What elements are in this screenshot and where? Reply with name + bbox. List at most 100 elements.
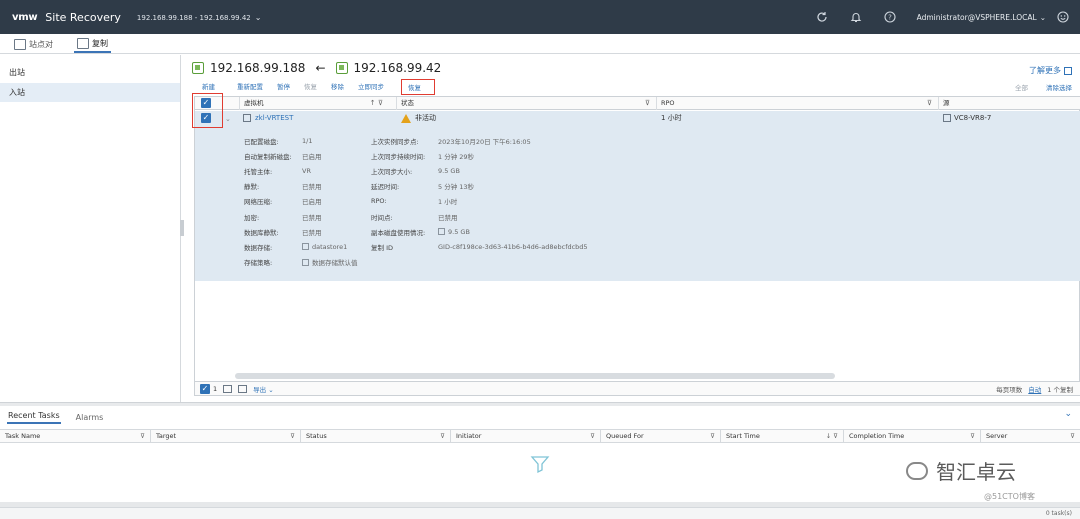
- tab-label: 复制: [92, 38, 108, 48]
- sync-now-button[interactable]: 立即同步: [358, 81, 384, 91]
- page-size-label: 每页项数: [996, 385, 1023, 394]
- datastore-value: datastore1: [302, 243, 347, 251]
- detail-value: 5 分钟 13秒: [438, 183, 475, 192]
- export-button[interactable]: 导出 ⌄: [253, 384, 274, 394]
- footer-selected-checkbox[interactable]: ✓: [200, 383, 210, 394]
- sidebar-splitter-handle[interactable]: [180, 220, 184, 236]
- col-vm-label: 虚拟机: [244, 99, 264, 107]
- col-target[interactable]: Target ⊽: [150, 430, 300, 443]
- col-source[interactable]: 源: [938, 97, 1080, 110]
- sort-filter-icon[interactable]: ↓ ⊽: [826, 430, 838, 443]
- filter-icon[interactable]: ⊽: [710, 430, 715, 443]
- col-label: Target: [156, 432, 177, 440]
- detail-label: 加密:: [244, 213, 260, 222]
- col-status[interactable]: Status ⊽: [300, 430, 450, 443]
- col-task-name[interactable]: Task Name ⊽: [0, 430, 150, 443]
- detail-row: 上次实例同步点: 2023年10月20日 下午6:16:05: [371, 133, 791, 148]
- detail-value: 已启用: [302, 198, 322, 207]
- site-icon: [192, 62, 204, 74]
- detail-label: 上次同步大小:: [371, 167, 413, 176]
- sidebar-item-outgoing[interactable]: 出站: [0, 63, 180, 82]
- status-cell: 非活动: [401, 111, 436, 125]
- new-button[interactable]: 新建: [202, 81, 215, 91]
- select-all-link[interactable]: 全部: [1015, 82, 1028, 92]
- reconfigure-button[interactable]: 重新配置: [237, 81, 263, 91]
- table-row[interactable]: ✓ ⌄ zkl-VRTEST 非活动 1 小时 VC8-VR8-7 已配置磁盘:…: [195, 111, 1080, 281]
- tab-replications[interactable]: 复制: [74, 35, 111, 53]
- pause-button[interactable]: 暂停: [277, 81, 290, 91]
- main-tabs: 站点对 复制: [0, 34, 1080, 54]
- filter-icon[interactable]: ⊽: [1070, 430, 1075, 443]
- task-count: 0 task(s): [1045, 510, 1072, 517]
- learn-more-link[interactable]: 了解更多: [1029, 65, 1072, 76]
- filter-icon[interactable]: ⊽: [290, 430, 295, 443]
- clear-selection-link[interactable]: 清除选择: [1046, 82, 1072, 92]
- tab-recent-tasks[interactable]: Recent Tasks: [7, 411, 61, 424]
- col-queued-for[interactable]: Queued For ⊽: [600, 430, 720, 443]
- resume-button[interactable]: 恢复: [304, 81, 317, 91]
- detail-value: 9.5 GB: [438, 166, 460, 175]
- detail-label: RPO:: [371, 197, 387, 206]
- column-toggle-icon[interactable]: [223, 384, 233, 393]
- bell-icon[interactable]: [849, 10, 863, 24]
- highlight-box: [401, 79, 435, 95]
- watermark-text: 智汇卓云: [936, 460, 1016, 484]
- detail-row: 副本磁盘使用情况: 9.5 GB: [371, 224, 791, 239]
- site-pair-icon: [14, 38, 26, 50]
- tasks-footer: 0 task(s): [0, 507, 1080, 519]
- storage-policy-value: 数据存储默认值: [302, 257, 358, 267]
- row-summary: ✓ ⌄ zkl-VRTEST 非活动 1 小时 VC8-VR8-7: [195, 111, 1080, 125]
- col-completion-time[interactable]: Completion Time ⊽: [843, 430, 980, 443]
- export-label: 导出: [253, 385, 267, 394]
- col-initiator[interactable]: Initiator ⊽: [450, 430, 600, 443]
- collapse-panel-icon[interactable]: ⌄: [1064, 409, 1072, 419]
- left-site: 192.168.99.188: [210, 61, 306, 75]
- help-icon[interactable]: ?: [883, 10, 897, 24]
- sidebar-item-incoming[interactable]: 入站: [0, 83, 180, 102]
- filter-icon[interactable]: ⊽: [440, 430, 445, 443]
- detail-value: 9.5 GB: [448, 227, 470, 236]
- detail-row: 延迟时间: 5 分钟 13秒: [371, 179, 791, 194]
- tab-site-pair[interactable]: 站点对: [11, 35, 56, 53]
- col-start-time[interactable]: Start Time ↓ ⊽: [720, 430, 843, 443]
- policy-icon: [302, 258, 309, 266]
- warning-icon: [401, 113, 411, 123]
- detail-value: 1/1: [302, 136, 313, 145]
- remove-button[interactable]: 移除: [331, 81, 344, 91]
- col-server[interactable]: Server ⊽: [980, 430, 1080, 443]
- columns-icon[interactable]: [238, 384, 248, 393]
- detail-value: 已禁用: [438, 213, 458, 222]
- horizontal-scrollbar[interactable]: [235, 373, 835, 379]
- filter-icon[interactable]: ⊽: [140, 430, 145, 443]
- filter-icon[interactable]: ⊽: [970, 430, 975, 443]
- detail-label: 自动复制新磁盘:: [244, 152, 292, 161]
- detail-label: 副本磁盘使用情况:: [371, 228, 426, 237]
- user-menu[interactable]: Administrator@VSPHERE.LOCAL ⌄: [917, 13, 1046, 22]
- detail-value: 已禁用: [302, 183, 322, 192]
- refresh-icon[interactable]: [815, 10, 829, 24]
- empty-filter-icon: [530, 456, 550, 474]
- smiley-feedback-icon[interactable]: [1056, 10, 1070, 24]
- site-pair-selector[interactable]: 192.168.99.188 - 192.168.99.42 ⌄: [137, 13, 262, 22]
- vm-icon: [243, 114, 251, 122]
- detail-label: 静默:: [244, 183, 260, 192]
- filter-icon[interactable]: ⊽: [590, 430, 595, 443]
- vcenter-icon: [943, 114, 951, 122]
- total-count: 1 个复制: [1047, 385, 1073, 394]
- col-label: Task Name: [5, 432, 41, 440]
- chevron-down-icon[interactable]: ⌄: [225, 112, 231, 126]
- detail-label: 存储策略:: [244, 259, 273, 268]
- page-size-select[interactable]: 自动: [1028, 384, 1041, 394]
- sort-filter-icon[interactable]: ↑ ⊽: [370, 97, 383, 110]
- col-status[interactable]: 状态 ⊽: [396, 97, 656, 110]
- tab-alarms[interactable]: Alarms: [75, 413, 105, 424]
- vm-link[interactable]: zkl-VRTEST: [243, 111, 293, 125]
- col-vm[interactable]: 虚拟机 ↑ ⊽: [239, 97, 389, 110]
- bottom-tabs: Recent Tasks Alarms: [0, 406, 1080, 424]
- detail-value: 已禁用: [302, 228, 322, 237]
- filter-icon[interactable]: ⊽: [645, 97, 650, 110]
- col-rpo[interactable]: RPO ⊽: [656, 97, 938, 110]
- detail-label: 延迟时间:: [371, 183, 400, 192]
- filter-icon[interactable]: ⊽: [927, 97, 932, 110]
- vmware-logo: vmw: [12, 11, 38, 23]
